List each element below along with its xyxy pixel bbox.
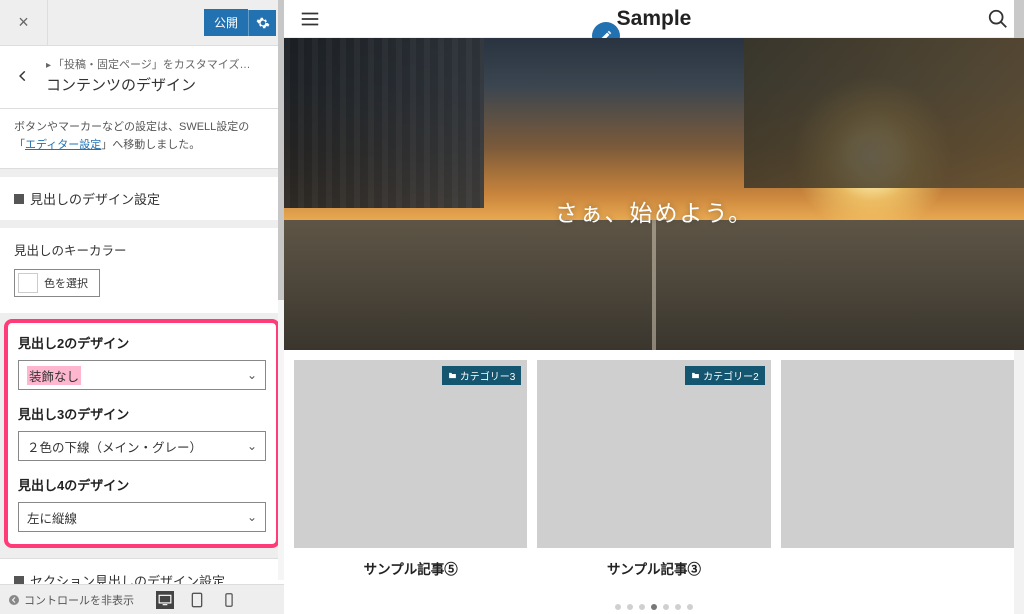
color-picker-button[interactable]: 色を選択 <box>14 269 100 297</box>
h4-design-select[interactable]: 左に縦線 ⌄ <box>18 502 266 532</box>
hide-controls-button[interactable]: コントロールを非表示 <box>8 592 134 608</box>
folder-icon <box>448 371 457 380</box>
publish-button[interactable]: 公開 <box>204 9 248 36</box>
carousel-dot[interactable] <box>651 604 657 610</box>
search-icon <box>987 8 1009 30</box>
info-note-suffix: 」へ移動しました。 <box>101 139 200 151</box>
post-thumbnail <box>781 360 1014 548</box>
mobile-icon <box>224 592 234 608</box>
h4-design-label: 見出し4のデザイン <box>18 475 266 494</box>
post-card[interactable] <box>781 360 1014 578</box>
customizer-panel: × 公開 ▸「投稿・固定ページ」をカスタマイズ… コンテンツのデザイン ボタンや… <box>0 0 284 614</box>
carousel-dots <box>615 604 693 610</box>
device-desktop-button[interactable] <box>156 591 174 609</box>
square-bullet-icon <box>14 194 24 204</box>
h2-design-value: 装飾なし <box>27 366 81 385</box>
site-preview: Sample さぁ、始めよう。 カテゴリー3 <box>284 0 1024 614</box>
customizer-footer: コントロールを非表示 <box>0 584 284 614</box>
chevron-down-icon: ⌄ <box>247 510 257 524</box>
hero-text: さぁ、始めよう。 <box>284 194 1024 228</box>
post-card[interactable]: カテゴリー3 サンプル記事⑤ <box>294 360 527 578</box>
chevron-down-icon: ⌄ <box>247 439 257 453</box>
h3-design-select[interactable]: ２色の下線（メイン・グレー） ⌄ <box>18 431 266 461</box>
folder-icon <box>691 371 700 380</box>
post-title: サンプル記事③ <box>537 548 770 578</box>
breadcrumb: ▸「投稿・固定ページ」をカスタマイズ… コンテンツのデザイン <box>0 46 284 109</box>
h4-design-value: 左に縦線 <box>27 508 77 527</box>
keycolor-label: 見出しのキーカラー <box>14 240 270 259</box>
preview-header: Sample <box>284 0 1024 38</box>
h3-design-value: ２色の下線（メイン・グレー） <box>27 437 202 456</box>
section-heading-design: 見出しのデザイン設定 <box>0 177 284 220</box>
device-mobile-button[interactable] <box>220 591 238 609</box>
post-card[interactable]: カテゴリー2 サンプル記事③ <box>537 360 770 578</box>
color-swatch <box>18 273 38 293</box>
editor-settings-link[interactable]: エディター設定 <box>25 139 101 151</box>
tablet-icon <box>190 592 204 608</box>
highlighted-group: 見出し2のデザイン 装飾なし ⌄ 見出し3のデザイン ２色の下線（メイン・グレー… <box>4 319 280 548</box>
carousel-dot[interactable] <box>615 604 621 610</box>
hide-controls-label: コントロールを非表示 <box>24 592 134 608</box>
square-bullet-icon <box>14 576 24 584</box>
customizer-scroll[interactable]: 見出しのデザイン設定 見出しのキーカラー 色を選択 見出し2のデザイン 装飾なし… <box>0 169 284 584</box>
post-title: サンプル記事⑤ <box>294 548 527 578</box>
info-note: ボタンやマーカーなどの設定は、SWELL設定の「エディター設定」へ移動しました。 <box>0 109 284 169</box>
h3-design-label: 見出し3のデザイン <box>18 404 266 423</box>
preview-menu-button[interactable] <box>298 7 322 31</box>
hero-building-right <box>744 38 1024 188</box>
breadcrumb-parent: 「投稿・固定ページ」をカスタマイズ… <box>53 59 250 71</box>
post-grid: カテゴリー3 サンプル記事⑤ カテゴリー2 サンプル記事③ <box>284 350 1024 578</box>
category-badge-label: カテゴリー2 <box>703 368 759 383</box>
carousel-dot[interactable] <box>675 604 681 610</box>
carousel-dot[interactable] <box>687 604 693 610</box>
carousel-dot[interactable] <box>639 604 645 610</box>
chevron-down-icon: ⌄ <box>247 368 257 382</box>
chevron-left-icon <box>16 69 30 83</box>
carousel-dot[interactable] <box>663 604 669 610</box>
preview-site-title[interactable]: Sample <box>617 7 692 31</box>
chevron-left-circle-icon <box>8 594 20 606</box>
h2-design-select[interactable]: 装飾なし ⌄ <box>18 360 266 390</box>
desktop-icon <box>158 593 172 607</box>
section-heading-section-design: セクション見出しのデザイン設定 <box>0 558 284 584</box>
hero-building-left <box>284 38 484 208</box>
hero-section: さぁ、始めよう。 <box>284 38 1024 350</box>
carousel-dot[interactable] <box>627 604 633 610</box>
preview-search-button[interactable] <box>986 7 1010 31</box>
category-badge-label: カテゴリー3 <box>460 368 516 383</box>
close-customizer-button[interactable]: × <box>0 0 48 46</box>
section-heading-design-label: 見出しのデザイン設定 <box>30 189 160 208</box>
post-thumbnail: カテゴリー3 <box>294 360 527 548</box>
section-heading-section-design-label: セクション見出しのデザイン設定 <box>30 571 225 584</box>
device-tablet-button[interactable] <box>188 591 206 609</box>
color-picker-label: 色を選択 <box>44 275 88 291</box>
category-badge[interactable]: カテゴリー3 <box>442 366 522 385</box>
back-button[interactable] <box>0 56 46 96</box>
keycolor-block: 見出しのキーカラー 色を選択 <box>0 228 284 313</box>
hamburger-icon <box>299 8 321 30</box>
gear-icon <box>256 16 270 30</box>
category-badge[interactable]: カテゴリー2 <box>685 366 765 385</box>
breadcrumb-caret-icon: ▸ <box>46 60 51 71</box>
h2-design-label: 見出し2のデザイン <box>18 333 266 352</box>
hero-road <box>284 220 1024 350</box>
publish-settings-button[interactable] <box>248 10 276 36</box>
customizer-topbar: × 公開 <box>0 0 284 46</box>
post-thumbnail: カテゴリー2 <box>537 360 770 548</box>
page-title: コンテンツのデザイン <box>46 74 272 95</box>
